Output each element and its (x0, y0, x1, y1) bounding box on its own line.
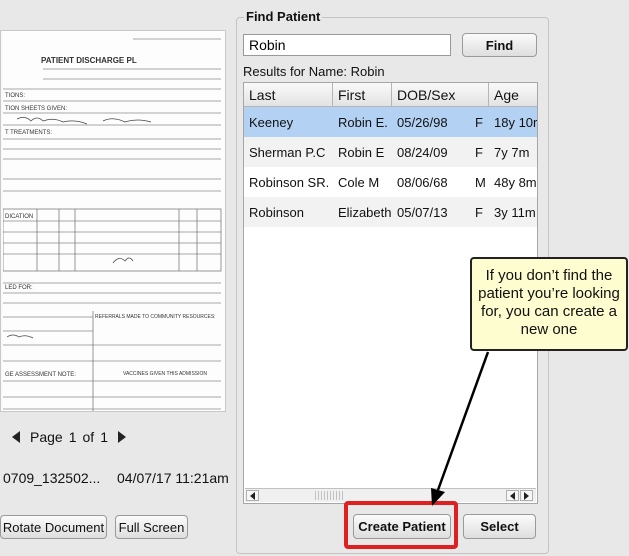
full-screen-button[interactable]: Full Screen (115, 515, 188, 539)
chevron-left-icon (510, 491, 515, 500)
column-header-dob-sex[interactable]: DOB/Sex (392, 83, 489, 107)
cell-sex: F (475, 204, 483, 220)
find-patient-legend: Find Patient (244, 9, 323, 24)
document-line-1: TIONS: (5, 93, 25, 99)
page-label: Page (30, 429, 63, 445)
document-line-2: TION SHEETS GIVEN: (5, 106, 67, 112)
cell-age: 18y 10r (494, 114, 537, 130)
table-row[interactable]: Robinson SR. Cole M 08/06/68 M 48y 8m (244, 167, 537, 197)
cell-first: Robin E. (338, 114, 388, 130)
cell-age: 7y 7m (494, 144, 530, 160)
patient-search-input[interactable] (243, 34, 451, 56)
rotate-document-button[interactable]: Rotate Document (0, 515, 107, 539)
current-page: 1 (68, 429, 77, 445)
document-line-3: T TREATMENTS: (5, 130, 52, 136)
document-line-4: DICATION (5, 214, 33, 220)
cell-first: Robin E (338, 144, 385, 160)
previous-page-icon[interactable] (12, 431, 20, 443)
cell-dob: 08/06/68 (397, 174, 448, 190)
create-patient-button[interactable]: Create Patient (353, 514, 451, 539)
table-row[interactable]: Sherman P.C Robin E 08/24/09 F 7y 7m (244, 137, 537, 167)
table-header: Last First DOB/Sex Age (244, 83, 537, 107)
document-line-7: REFERRALS MADE TO COMMUNITY RESOURCES: (95, 314, 216, 320)
scroll-left-button[interactable] (246, 490, 259, 501)
document-file-name: 0709_132502... (3, 470, 101, 486)
scroll-right-button[interactable] (520, 490, 533, 501)
scroll-left-button-2[interactable] (506, 490, 519, 501)
document-page-image: PATIENT DISCHARGE PL TIONS: TION SHEETS … (3, 31, 225, 411)
table-row[interactable]: Robinson Elizabeth 05/07/13 F 3y 11m (244, 197, 537, 227)
cell-sex: M (475, 174, 486, 190)
column-header-first[interactable]: First (333, 83, 392, 107)
cell-last: Keeney (249, 114, 294, 130)
cell-dob: 05/26/98 (397, 114, 448, 130)
document-preview: PATIENT DISCHARGE PL TIONS: TION SHEETS … (0, 30, 226, 412)
callout-tooltip: If you don’t find the patient you’re loo… (470, 257, 628, 351)
results-label: Results for Name: Robin (243, 64, 385, 79)
chevron-left-icon (250, 491, 255, 500)
cell-last: Robinson SR. (249, 174, 330, 190)
cell-sex: F (475, 144, 483, 160)
select-button[interactable]: Select (463, 514, 536, 539)
document-header-title: PATIENT DISCHARGE PL (41, 56, 137, 65)
of-label: of (82, 429, 95, 445)
horizontal-scrollbar[interactable] (245, 488, 536, 502)
column-header-last[interactable]: Last (244, 83, 333, 107)
find-button[interactable]: Find (462, 33, 537, 57)
table-row[interactable]: Keeney Robin E. 05/26/98 F 18y 10r (244, 107, 537, 137)
cell-sex: F (475, 114, 483, 130)
cell-dob: 08/24/09 (397, 144, 448, 160)
cell-age: 3y 11m (494, 204, 536, 220)
cell-first: Cole M (338, 174, 380, 190)
next-page-icon[interactable] (117, 431, 126, 443)
cell-last: Robinson (249, 204, 304, 220)
page-navigator: Page 1 of 1 (12, 428, 126, 446)
document-line-8: VACCINES GIVEN THIS ADMISSION (123, 371, 207, 377)
cell-age: 48y 8m (494, 174, 537, 190)
total-pages: 1 (100, 429, 108, 445)
cell-dob: 05/07/13 (397, 204, 448, 220)
cell-last: Sherman P.C (249, 144, 326, 160)
column-header-age[interactable]: Age (489, 83, 537, 107)
cell-first: Elizabeth (338, 204, 392, 220)
document-date: 04/07/17 11:21am (117, 470, 229, 486)
document-line-5: LED FOR: (5, 285, 33, 291)
chevron-right-icon (524, 491, 529, 500)
document-line-6: GE ASSESSMENT NOTE: (5, 372, 76, 378)
scrollbar-thumb[interactable] (315, 491, 345, 500)
